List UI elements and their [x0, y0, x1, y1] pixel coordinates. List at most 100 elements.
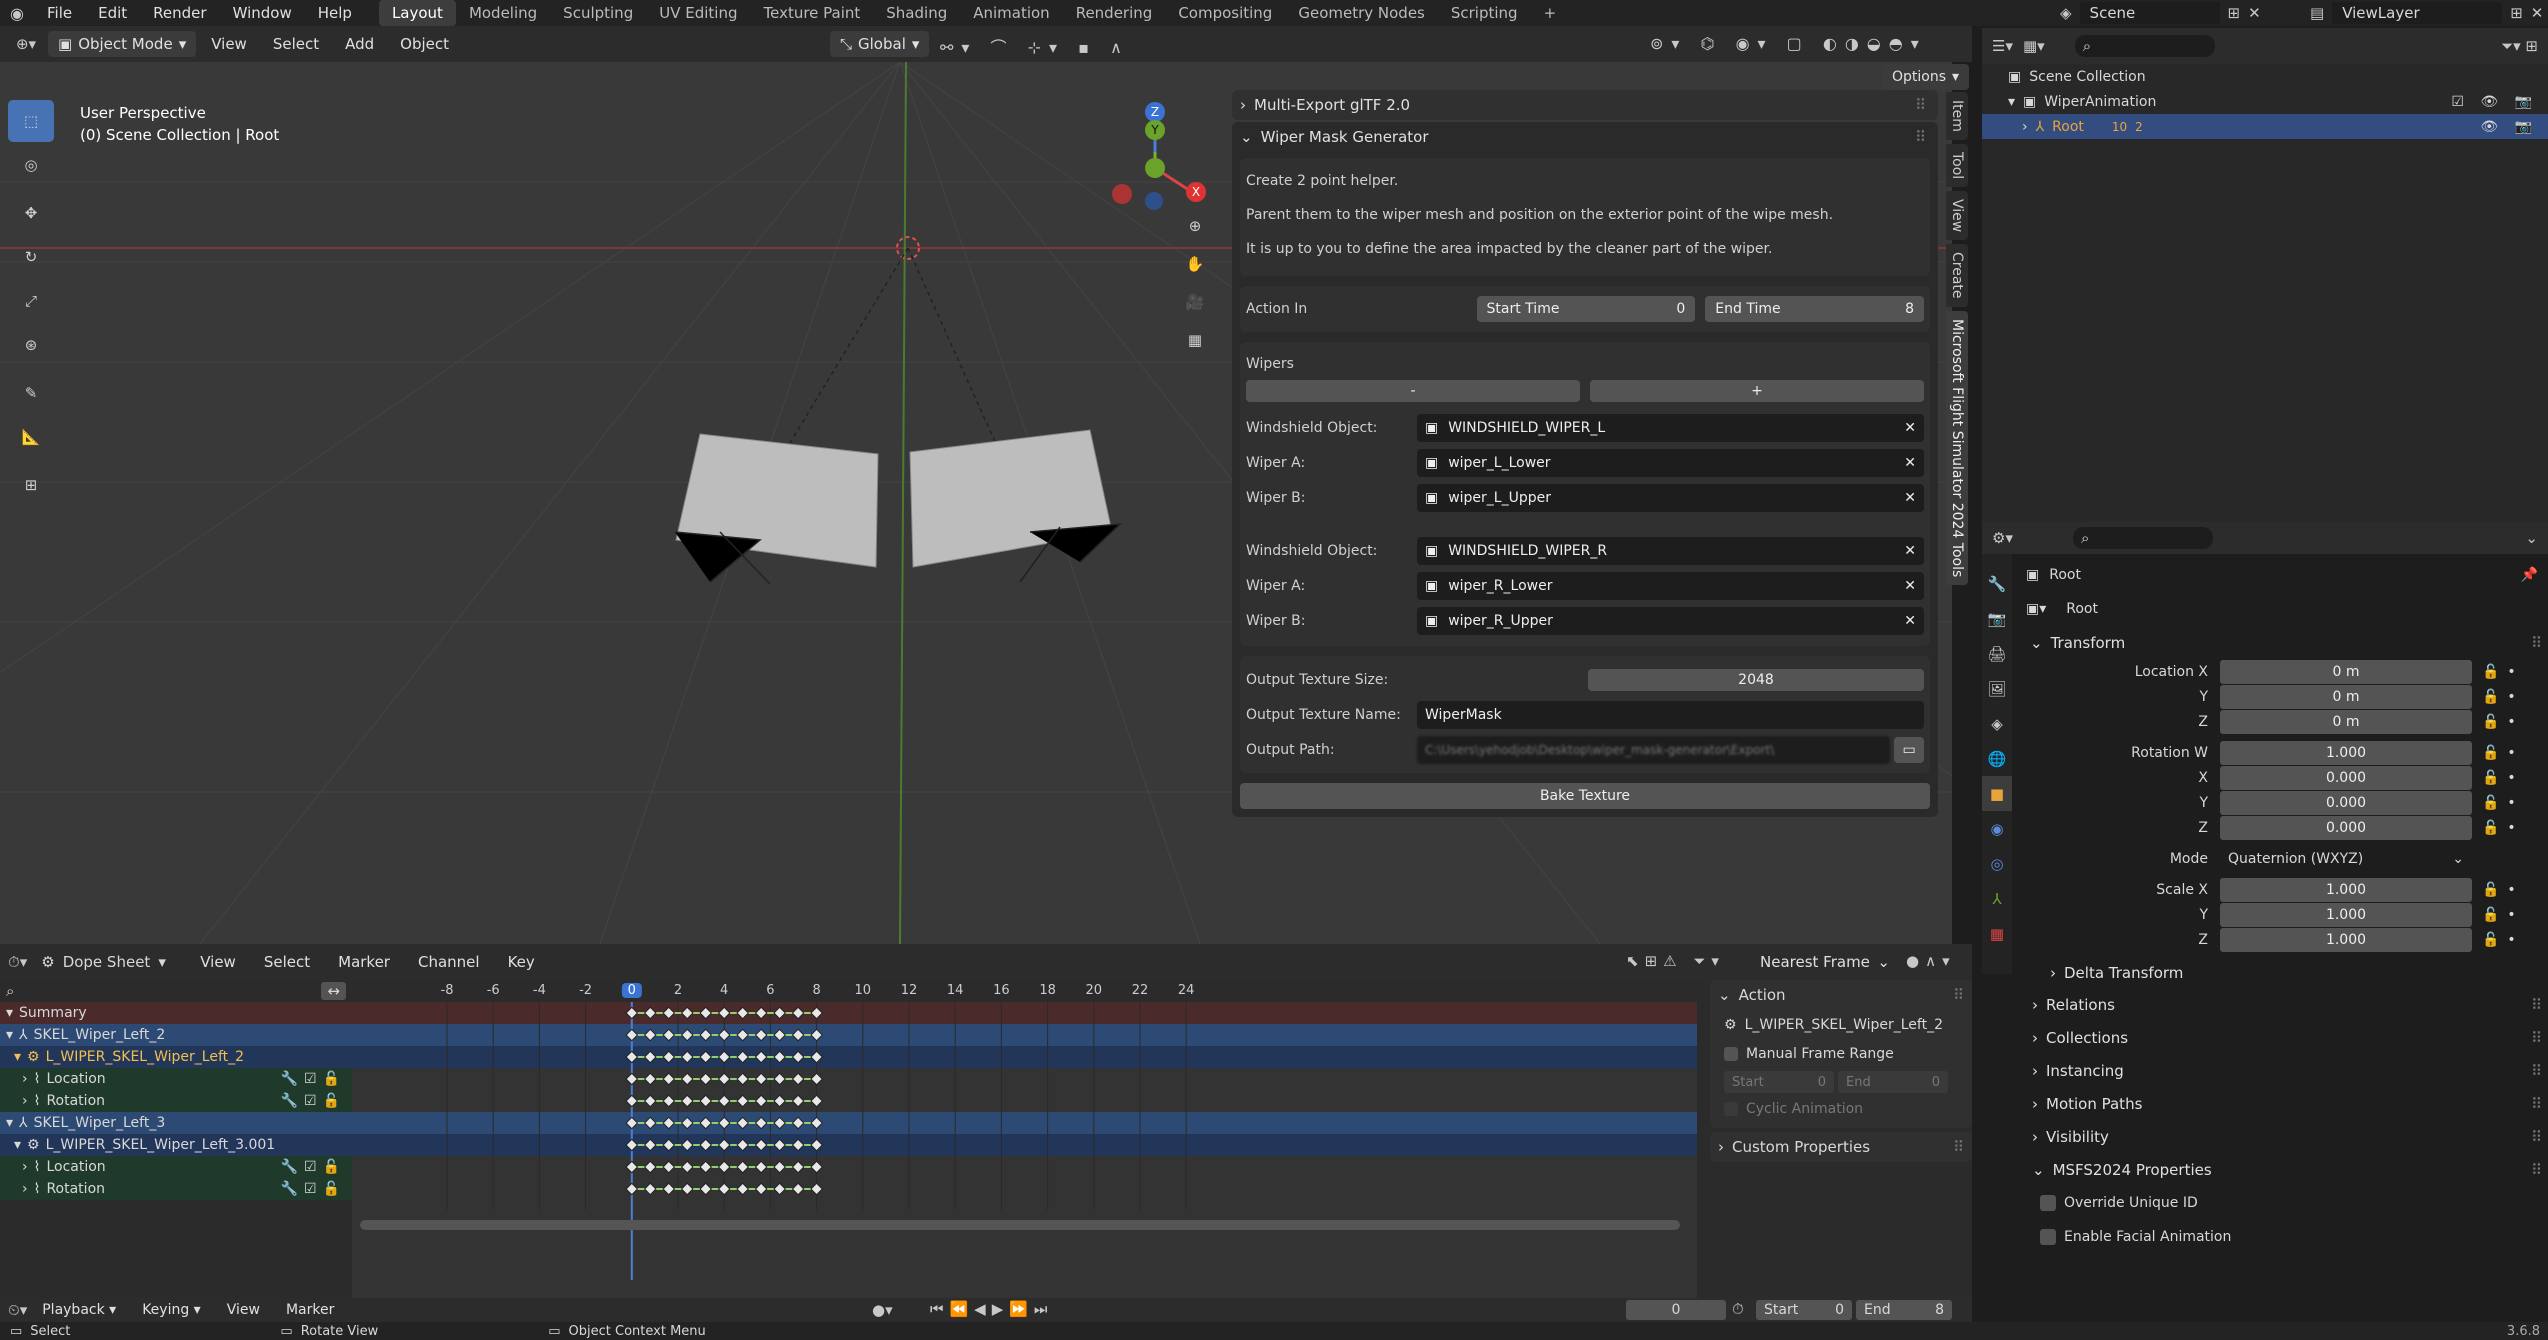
- measure-icon[interactable]: 📐: [8, 416, 54, 458]
- lock-icon[interactable]: 🔓•: [2482, 714, 2524, 730]
- keyframe[interactable]: [791, 1160, 805, 1174]
- pan-hand-icon[interactable]: ✋: [1172, 246, 1218, 282]
- rotation-z-field[interactable]: 0.000: [2220, 815, 2472, 840]
- keyframe[interactable]: [662, 1138, 676, 1152]
- tab-texture-paint[interactable]: Texture Paint: [750, 0, 873, 26]
- menu-file[interactable]: File: [34, 0, 85, 26]
- lock-icon[interactable]: 🔓•: [2482, 745, 2524, 761]
- playback-controls-icon[interactable]: ⏮⏪◀▶⏩⏭: [930, 1300, 1053, 1318]
- drag-handle-icon[interactable]: ⠿: [2531, 1161, 2542, 1179]
- clear-icon[interactable]: ✕: [1904, 543, 1916, 559]
- keyframe[interactable]: [625, 1116, 639, 1130]
- rotation-x-field[interactable]: 0.000: [2220, 765, 2472, 790]
- tab-shading[interactable]: Shading: [873, 0, 960, 26]
- drag-handle-icon[interactable]: ⠿: [1953, 986, 1964, 1004]
- keyframe[interactable]: [699, 1028, 713, 1042]
- scene-selector[interactable]: ◈ Scene ⊞ ✕: [2060, 0, 2261, 26]
- lock-icon[interactable]: 🔓•: [2482, 882, 2524, 898]
- timeline-end-field[interactable]: End 8: [1856, 1300, 1952, 1320]
- record-icon[interactable]: ●▾: [872, 1301, 893, 1319]
- wiper-b-field-right[interactable]: ▣ wiper_R_Upper ✕: [1416, 606, 1924, 635]
- keyframe[interactable]: [773, 1116, 787, 1130]
- scene-name[interactable]: Scene: [2079, 2, 2220, 24]
- keyframe[interactable]: [625, 1028, 639, 1042]
- keyframe[interactable]: [736, 1116, 750, 1130]
- rotate-icon[interactable]: ↻: [8, 236, 54, 278]
- keyframe[interactable]: [625, 1006, 639, 1020]
- texture-tab-icon[interactable]: ▦: [1982, 916, 2012, 951]
- remove-wiper-button[interactable]: -: [1246, 380, 1580, 402]
- dopesheet-filter-icons[interactable]: ⬉⊞⚠ ⏷▾: [1626, 952, 1725, 970]
- snap-tools-icon[interactable]: ⚯▾ ⌒ ⊹▾ ▪ ∧: [940, 34, 1130, 58]
- manual-range-checkbox[interactable]: [1724, 1047, 1738, 1061]
- range-end-field[interactable]: End 0: [1838, 1071, 1948, 1093]
- menu-window[interactable]: Window: [220, 0, 305, 26]
- keyframes[interactable]: [352, 980, 1697, 1298]
- pin-icon[interactable]: ⊞: [2228, 4, 2241, 22]
- action-name-row[interactable]: ⚙ L_WIPER_SKEL_Wiper_Left_2: [1710, 1010, 1972, 1040]
- tab-compositing[interactable]: Compositing: [1165, 0, 1285, 26]
- keyframe[interactable]: [791, 1050, 805, 1064]
- keyframe[interactable]: [643, 1182, 657, 1196]
- keyframe[interactable]: [699, 1072, 713, 1086]
- keyframe[interactable]: [791, 1182, 805, 1196]
- keyframe[interactable]: [791, 1116, 805, 1130]
- tab-rendering[interactable]: Rendering: [1063, 0, 1166, 26]
- datablock-icon[interactable]: ▣▾: [2026, 601, 2046, 617]
- current-frame-field[interactable]: 0: [1626, 1300, 1726, 1320]
- drag-handle-icon[interactable]: ⠿: [2531, 1062, 2542, 1080]
- lock-icon[interactable]: 🔓•: [2482, 932, 2524, 948]
- lock-icon[interactable]: 🔓•: [2482, 770, 2524, 786]
- tab-geometry-nodes[interactable]: Geometry Nodes: [1285, 0, 1438, 26]
- keyframe[interactable]: [643, 1006, 657, 1020]
- tab-sculpting[interactable]: Sculpting: [550, 0, 646, 26]
- transform-icon[interactable]: ⊛: [8, 324, 54, 366]
- lock-icon[interactable]: 🔓•: [2482, 795, 2524, 811]
- keyframe[interactable]: [791, 1006, 805, 1020]
- keyframe[interactable]: [754, 1006, 768, 1020]
- keyframe[interactable]: [791, 1028, 805, 1042]
- modifier-tab-icon[interactable]: ◉: [1982, 811, 2012, 846]
- clear-icon[interactable]: ✕: [1904, 455, 1916, 471]
- rotation-mode-dropdown[interactable]: Quaternion (WXYZ) ⌄: [2220, 846, 2472, 871]
- clear-icon[interactable]: ✕: [1904, 490, 1916, 506]
- horizontal-scrollbar[interactable]: [360, 1220, 1680, 1230]
- keyframe[interactable]: [680, 1028, 694, 1042]
- proportional-icons[interactable]: ●∧▾: [1906, 952, 1956, 970]
- editor-type-icon[interactable]: ⊕▾: [8, 35, 44, 53]
- channel-toggles[interactable]: 🔧☑🔓: [281, 1159, 346, 1175]
- tab-msfs-tools[interactable]: Microsoft Flight Simulator 2024 Tools: [1946, 310, 1968, 586]
- orientation-dropdown[interactable]: ⤡ Global ▾: [830, 31, 930, 57]
- drag-handle-icon[interactable]: ⠿: [1953, 1138, 1964, 1156]
- tab-tool[interactable]: Tool: [1946, 143, 1968, 188]
- rotation-y-field[interactable]: 0.000: [2220, 790, 2472, 815]
- keyframe[interactable]: [754, 1094, 768, 1108]
- keyframe[interactable]: [754, 1160, 768, 1174]
- filter-icon[interactable]: ⏷▾ ⊞: [2501, 37, 2538, 55]
- wiper-a-field-right[interactable]: ▣ wiper_R_Lower ✕: [1416, 571, 1924, 600]
- facial-checkbox[interactable]: [2040, 1229, 2056, 1245]
- cyclic-checkbox[interactable]: [1724, 1102, 1738, 1116]
- drag-handle-icon[interactable]: ⠿: [1915, 96, 1926, 114]
- data-tab-icon[interactable]: ⅄: [1982, 881, 2012, 916]
- keyframe[interactable]: [662, 1094, 676, 1108]
- start-time-field[interactable]: Start Time 0: [1476, 296, 1696, 322]
- keyframe[interactable]: [810, 1072, 823, 1086]
- keyframe[interactable]: [643, 1028, 657, 1042]
- menu-edit[interactable]: Edit: [85, 0, 140, 26]
- playback-menu[interactable]: Playback ▾: [31, 1302, 127, 1318]
- add-workspace-icon[interactable]: +: [1531, 0, 1570, 26]
- drag-handle-icon[interactable]: ⠿: [2531, 1128, 2542, 1146]
- clear-icon[interactable]: ✕: [1904, 578, 1916, 594]
- outliner-row-scene-collection[interactable]: ▣ Scene Collection: [1982, 64, 2548, 89]
- keyframe[interactable]: [717, 1072, 731, 1086]
- keyframe[interactable]: [736, 1028, 750, 1042]
- dopesheet-marker-menu[interactable]: Marker: [327, 953, 401, 971]
- dopesheet-select-menu[interactable]: Select: [253, 953, 321, 971]
- dopesheet-editor-icon[interactable]: ⏱▾: [8, 953, 27, 971]
- channel-toggles[interactable]: 🔧☑🔓: [281, 1071, 346, 1087]
- tab-uv-editing[interactable]: UV Editing: [646, 0, 750, 26]
- keyframe[interactable]: [680, 1160, 694, 1174]
- wiper-a-field-left[interactable]: ▣ wiper_L_Lower ✕: [1416, 448, 1924, 477]
- keyframe[interactable]: [643, 1160, 657, 1174]
